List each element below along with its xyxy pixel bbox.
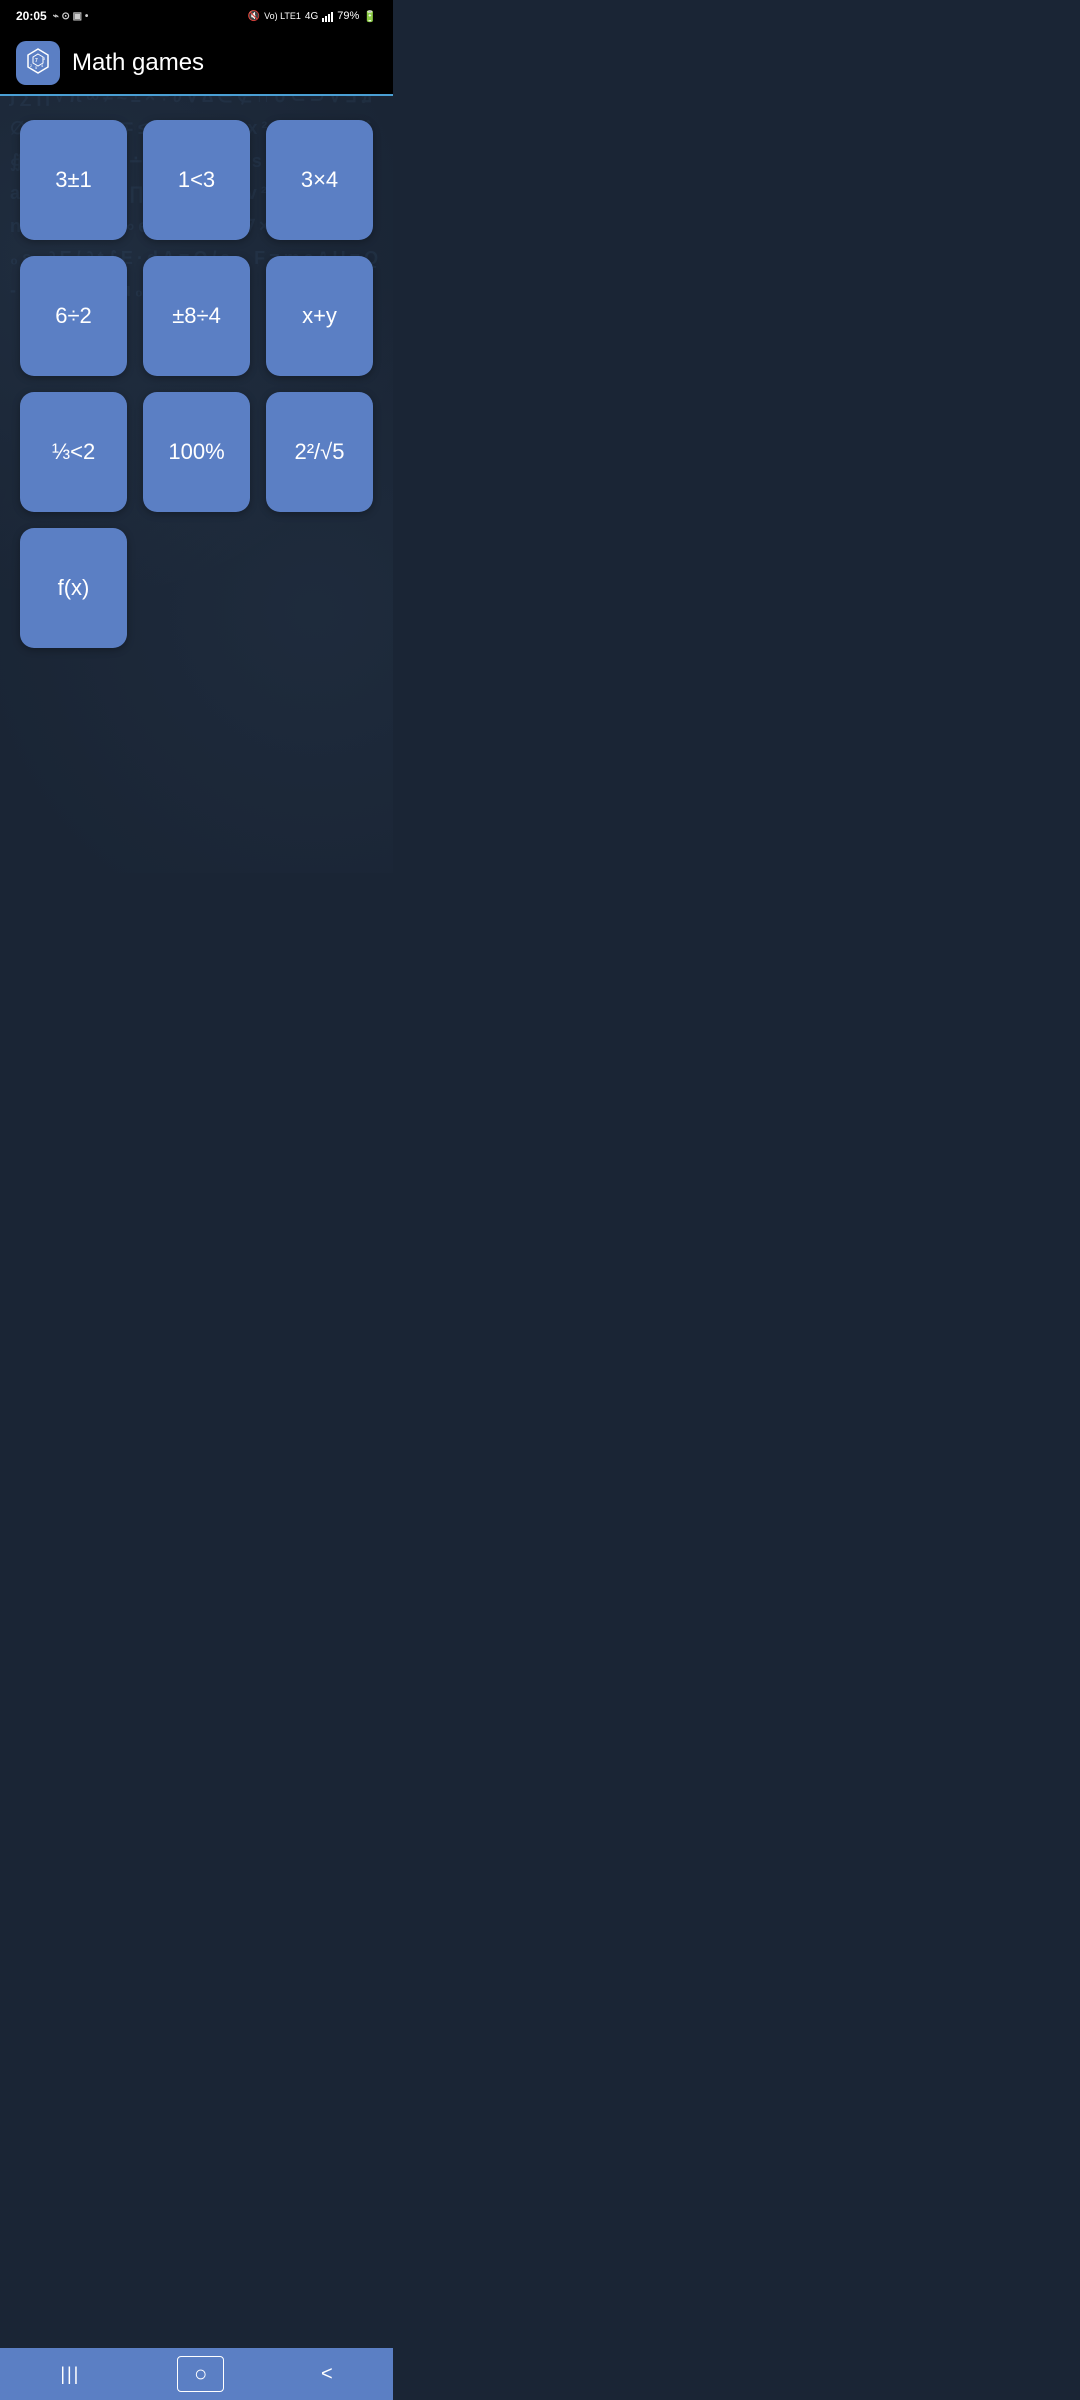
status-right-icons: 🔇 Vo) LTE1 4G 79% 🔋 [248, 10, 377, 23]
time-display: 20:05 [16, 9, 47, 23]
game-card-pm-divide[interactable]: ±8÷4 [143, 256, 250, 376]
game-card-label-percent: 100% [168, 439, 224, 465]
battery-icon: 🔋 [363, 10, 377, 23]
signal-bars [322, 10, 333, 22]
game-card-label-powers: 2²/√5 [295, 439, 345, 465]
status-bar: 20:05 ⌁ ⊙ ▣ • 🔇 Vo) LTE1 4G 79% 🔋 [0, 0, 393, 32]
game-card-label-plus-minus: 3±1 [55, 167, 92, 193]
network-label: 4G [305, 11, 318, 22]
game-card-functions[interactable]: f(x) [20, 528, 127, 648]
game-card-label-multiply: 3×4 [301, 167, 338, 193]
game-card-label-algebra: x+y [302, 303, 337, 329]
game-card-label-divide: 6÷2 [55, 303, 92, 329]
app-bar: 7 2 5 4 3 Math games [0, 32, 393, 96]
battery-level: 79% [337, 10, 359, 22]
carrier-label: Vo) LTE1 [264, 11, 301, 21]
app-title: Math games [72, 49, 204, 77]
game-card-plus-minus[interactable]: 3±1 [20, 120, 127, 240]
back-button[interactable]: < [297, 2355, 357, 2394]
navigation-bar: ||| ○ < [0, 2348, 393, 2400]
game-card-label-pm-divide: ±8÷4 [172, 303, 221, 329]
app-icon: 7 2 5 4 3 [16, 41, 60, 85]
game-card-label-less-than: 1<3 [178, 167, 215, 193]
game-card-divide[interactable]: 6÷2 [20, 256, 127, 376]
game-card-fractions[interactable]: ⅓<2 [20, 392, 127, 512]
app-logo-icon: 7 2 5 4 3 [22, 47, 54, 79]
game-card-multiply[interactable]: 3×4 [266, 120, 373, 240]
game-card-label-fractions: ⅓<2 [52, 439, 95, 465]
game-card-powers[interactable]: 2²/√5 [266, 392, 373, 512]
game-card-label-functions: f(x) [58, 575, 90, 601]
game-card-less-than[interactable]: 1<3 [143, 120, 250, 240]
game-card-percent[interactable]: 100% [143, 392, 250, 512]
status-icons: ⌁ ⊙ ▣ • [53, 11, 89, 22]
recent-apps-button[interactable]: ||| [36, 2356, 104, 2393]
game-card-algebra[interactable]: x+y [266, 256, 373, 376]
svg-text:4: 4 [41, 63, 44, 68]
svg-text:3: 3 [43, 56, 46, 61]
mute-icon: 🔇 [248, 11, 260, 22]
games-grid: 3±1 1<3 3×4 6÷2 ±8÷4 x+y ⅓<2 100% 2²/√5 f(x) [0, 96, 393, 672]
home-button[interactable]: ○ [177, 2356, 224, 2392]
status-time: 20:05 ⌁ ⊙ ▣ • [16, 9, 88, 23]
svg-text:7: 7 [35, 58, 38, 64]
svg-text:2: 2 [30, 63, 33, 68]
